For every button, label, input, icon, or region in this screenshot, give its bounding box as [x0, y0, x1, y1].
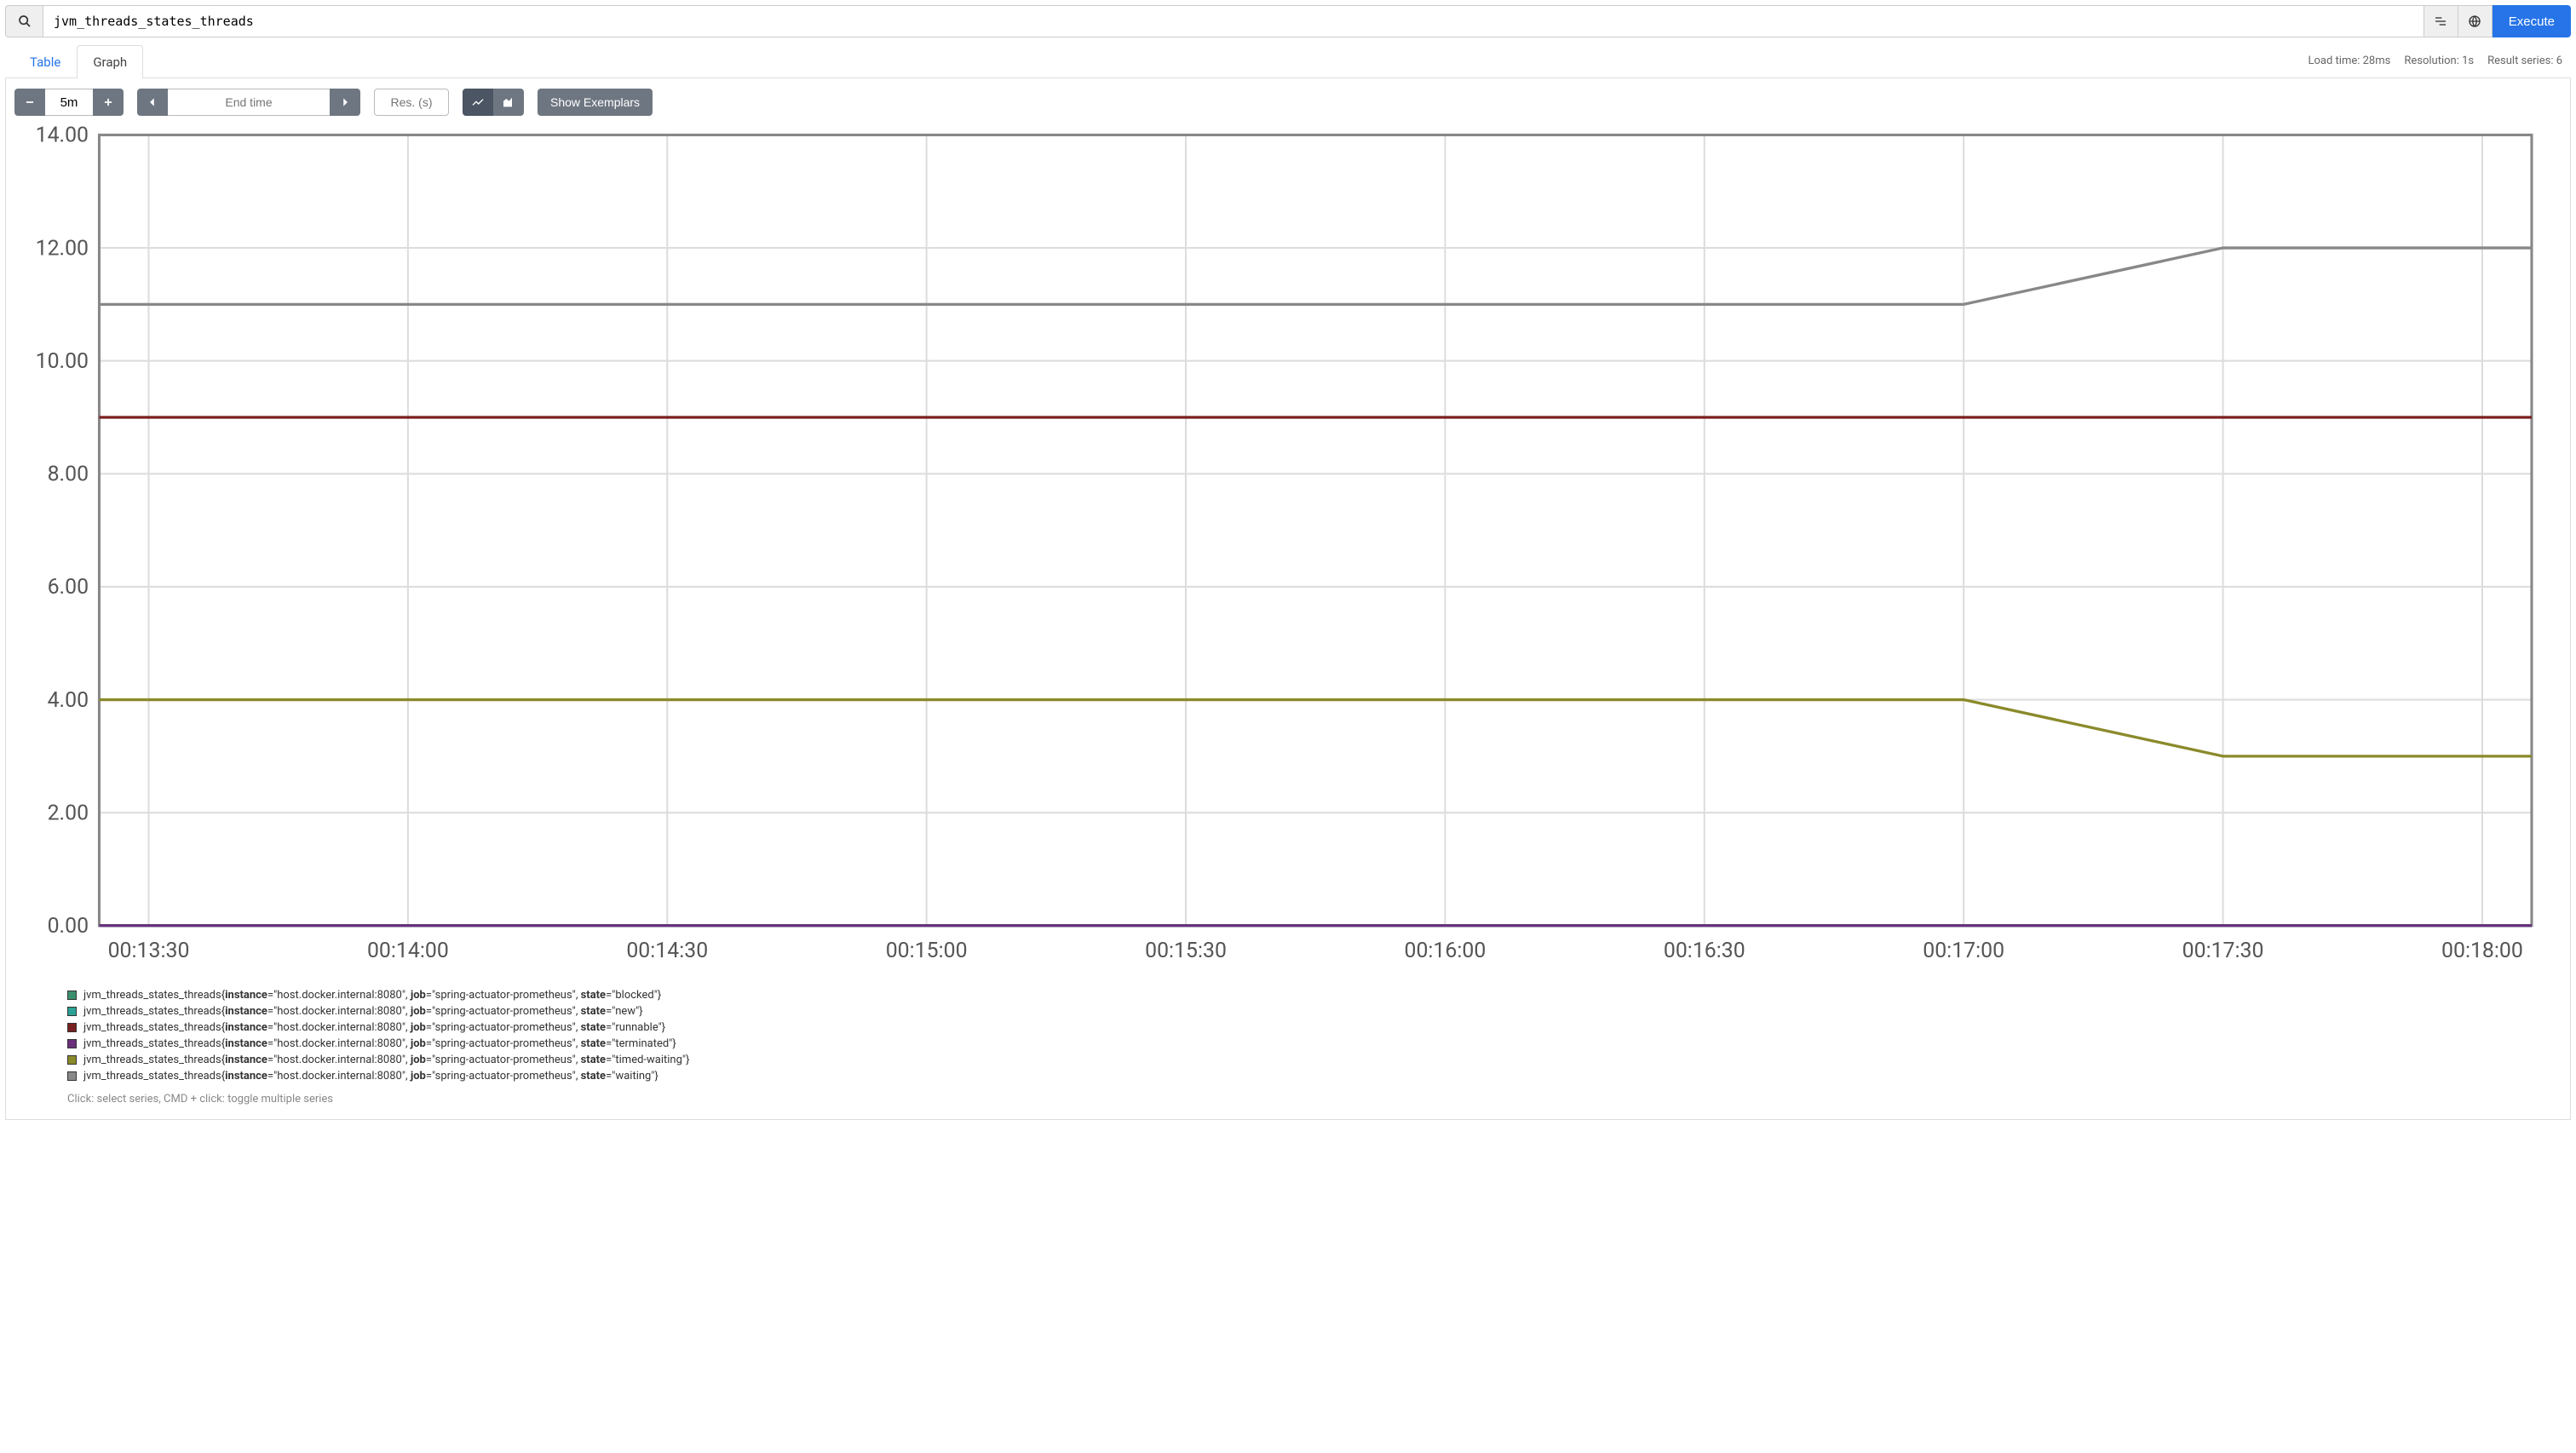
- svg-text:12.00: 12.00: [36, 236, 89, 261]
- legend-label: jvm_threads_states_threads{instance="hos…: [83, 989, 661, 1002]
- end-time-group: [137, 89, 360, 116]
- time-forward-button[interactable]: [330, 89, 360, 116]
- svg-text:00:15:30: 00:15:30: [1145, 939, 1227, 963]
- show-exemplars-button[interactable]: Show Exemplars: [538, 89, 653, 116]
- svg-text:00:17:30: 00:17:30: [2182, 939, 2264, 963]
- legend-swatch: [67, 1039, 77, 1048]
- legend-swatch: [67, 1071, 77, 1081]
- svg-text:10.00: 10.00: [36, 349, 89, 374]
- svg-text:8.00: 8.00: [48, 462, 89, 487]
- legend-swatch: [67, 1023, 77, 1032]
- status-result-series: Result series: 6: [2487, 55, 2562, 67]
- svg-text:00:14:30: 00:14:30: [626, 939, 708, 963]
- svg-text:00:13:30: 00:13:30: [108, 939, 190, 963]
- tab-table[interactable]: Table: [14, 45, 77, 78]
- chart-area: 0.00 2.00 4.00 6.00 8.00 10.00 12.00 14.00 00:13…: [6, 121, 2570, 980]
- legend-item[interactable]: jvm_threads_states_threads{instance="hos…: [67, 1036, 2562, 1052]
- svg-text:0.00: 0.00: [48, 914, 89, 939]
- query-expression-input[interactable]: [43, 5, 2424, 37]
- legend-swatch: [67, 1007, 77, 1016]
- tabs-row: Table Graph Load time: 28ms Resolution: …: [5, 44, 2571, 78]
- resolution-input[interactable]: [374, 89, 449, 116]
- chart-type-group: [463, 89, 524, 116]
- legend: jvm_threads_states_threads{instance="hos…: [6, 980, 2570, 1114]
- time-range-group: [14, 89, 124, 116]
- graph-controls: Show Exemplars: [6, 78, 2570, 121]
- search-icon: [5, 5, 43, 37]
- svg-text:00:15:00: 00:15:00: [886, 939, 968, 963]
- legend-label: jvm_threads_states_threads{instance="hos…: [83, 1054, 689, 1066]
- time-series-chart[interactable]: 0.00 2.00 4.00 6.00 8.00 10.00 12.00 14.00 00:13…: [14, 124, 2556, 972]
- status-resolution: Resolution: 1s: [2404, 55, 2474, 67]
- legend-label: jvm_threads_states_threads{instance="hos…: [83, 1005, 643, 1018]
- svg-text:00:18:00: 00:18:00: [2441, 939, 2523, 963]
- legend-item[interactable]: jvm_threads_states_threads{instance="hos…: [67, 1052, 2562, 1068]
- svg-text:00:17:00: 00:17:00: [1923, 939, 2004, 963]
- svg-text:00:16:00: 00:16:00: [1404, 939, 1486, 963]
- execute-button[interactable]: Execute: [2493, 5, 2571, 37]
- status-load-time: Load time: 28ms: [2309, 55, 2391, 67]
- format-query-button[interactable]: [2424, 5, 2458, 37]
- line-chart-button[interactable]: [463, 89, 493, 116]
- decrease-range-button[interactable]: [14, 89, 45, 116]
- time-back-button[interactable]: [137, 89, 168, 116]
- svg-text:4.00: 4.00: [48, 688, 89, 713]
- legend-item[interactable]: jvm_threads_states_threads{instance="hos…: [67, 1003, 2562, 1019]
- svg-text:2.00: 2.00: [48, 801, 89, 825]
- legend-label: jvm_threads_states_threads{instance="hos…: [83, 1037, 676, 1050]
- svg-text:14.00: 14.00: [36, 124, 89, 148]
- end-time-input[interactable]: [168, 89, 330, 116]
- legend-hint: Click: select series, CMD + click: toggl…: [67, 1093, 2562, 1106]
- stacked-chart-button[interactable]: [493, 89, 524, 116]
- svg-text:00:14:00: 00:14:00: [367, 939, 449, 963]
- legend-label: jvm_threads_states_threads{instance="hos…: [83, 1021, 665, 1034]
- legend-swatch: [67, 991, 77, 1000]
- svg-text:00:16:30: 00:16:30: [1664, 939, 1745, 963]
- legend-item[interactable]: jvm_threads_states_threads{instance="hos…: [67, 1068, 2562, 1084]
- query-bar: Execute: [5, 5, 2571, 37]
- metrics-explorer-button[interactable]: [2458, 5, 2493, 37]
- increase-range-button[interactable]: [93, 89, 124, 116]
- tab-graph[interactable]: Graph: [77, 45, 143, 78]
- range-duration-input[interactable]: [45, 89, 93, 116]
- legend-item[interactable]: jvm_threads_states_threads{instance="hos…: [67, 987, 2562, 1003]
- legend-swatch: [67, 1055, 77, 1065]
- svg-text:6.00: 6.00: [48, 575, 89, 600]
- legend-label: jvm_threads_states_threads{instance="hos…: [83, 1070, 658, 1083]
- legend-item[interactable]: jvm_threads_states_threads{instance="hos…: [67, 1019, 2562, 1036]
